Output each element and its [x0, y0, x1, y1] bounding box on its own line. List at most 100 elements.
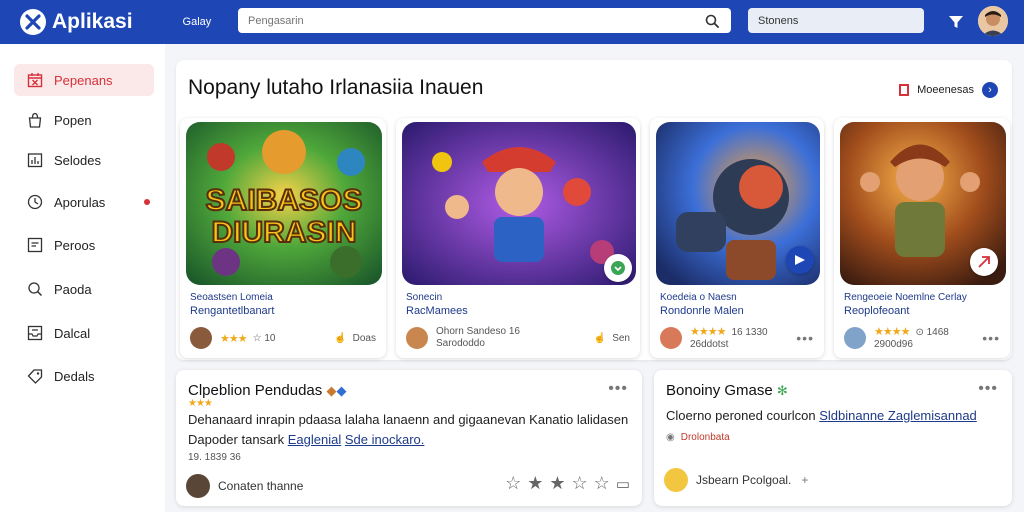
post-body-line: Dehanaard inrapin pdaasa lalaha lanaenn …	[188, 412, 629, 427]
star-icon[interactable]: ☆	[594, 473, 610, 494]
sidebar-item-label: Aporulas	[54, 194, 106, 210]
game-card[interactable]: Koedeia o Naesn Rondonrle Malen ★★★★ 16 1…	[650, 118, 824, 358]
card-meta: ★★★ ☆ 10 ☝ Doas	[190, 326, 376, 350]
star-icon[interactable]: ★	[549, 473, 565, 494]
thumb-text-2: DIURASIN	[211, 216, 356, 249]
search-input[interactable]	[248, 14, 703, 27]
more-options-icon[interactable]: •••	[796, 330, 814, 346]
card-meta-text: Ohorn Sandeso 16	[436, 326, 520, 337]
card-meta-text: ☆ 10	[252, 332, 276, 344]
bag-icon	[26, 111, 44, 129]
avatar	[844, 327, 866, 349]
author-name: Jsbearn Pcolgoal.	[696, 473, 792, 487]
game-card[interactable]: Sonecin RacMamees Ohorn Sandeso 16 Sarod…	[396, 118, 640, 358]
card-meta: ★★★★ 16 1330 26ddotst •••	[660, 326, 814, 350]
notification-dot	[144, 199, 150, 205]
post-body: Cloerno peroned courlcon Sldbinanne Zagl…	[666, 406, 1006, 426]
info-icon: ◉	[666, 432, 675, 443]
post-card: Clpeblion Pendudas ◆◆ ★★★ ••• Dehanaard …	[176, 370, 642, 506]
sidebar-item-dalcal[interactable]: Dalcal	[14, 317, 154, 349]
page-title: Nopany lutaho Irlanasiia Inauen	[188, 76, 484, 99]
game-icon: ◆	[326, 383, 337, 398]
sidebar-item-popen[interactable]: Popen	[14, 104, 154, 136]
add-icon[interactable]: +	[801, 473, 808, 487]
inbox-icon	[26, 324, 44, 342]
card-title: Sonecin	[406, 292, 443, 303]
thumb-text-1: SAIBASOS	[206, 184, 363, 217]
post-author[interactable]: Jsbearn Pcolgoal. +	[664, 468, 808, 492]
rating-stars: ★★★	[220, 332, 248, 345]
dice-icon: ◆	[336, 383, 347, 398]
share-badge-icon[interactable]	[970, 248, 998, 276]
avatar	[186, 474, 210, 498]
rating-input[interactable]: ☆ ★ ★ ☆ ☆ ▭	[499, 473, 630, 494]
sidebar-item-dedals[interactable]: Dedals	[14, 360, 154, 392]
sidebar-item-paoda[interactable]: Paoda	[14, 273, 154, 305]
sidebar-item-label: Pepenans	[54, 72, 113, 88]
card-action[interactable]: ☝ Sen	[594, 333, 630, 344]
game-thumbnail[interactable]	[402, 122, 636, 285]
calendar-x-icon	[26, 71, 44, 89]
avatar	[190, 327, 212, 349]
post-tag-label: Drolonbata	[680, 432, 730, 443]
user-avatar[interactable]	[978, 6, 1008, 36]
post-link[interactable]: Sde inockaro.	[345, 432, 425, 447]
avatar	[660, 327, 682, 349]
author-name: Conaten thanne	[218, 479, 304, 493]
post-link[interactable]: Sldbinanne Zaglemisannad	[819, 408, 977, 423]
sidebar-item-aporulas[interactable]: Aporulas	[14, 186, 154, 218]
flag-icon[interactable]: ▭	[616, 475, 630, 493]
card-meta: Ohorn Sandeso 16 Sarododdo ☝ Sen	[406, 326, 630, 350]
verified-badge-icon	[604, 254, 632, 282]
more-options-icon[interactable]: •••	[982, 330, 1000, 346]
sidebar-item-selodes[interactable]: Selodes	[14, 144, 154, 176]
clock-icon	[26, 193, 44, 211]
post-date: 19. 1839 36	[188, 452, 241, 463]
play-badge-icon[interactable]	[786, 246, 814, 274]
search-icon	[26, 280, 44, 298]
rating-stars: ★★★★	[690, 325, 726, 338]
star-icon[interactable]: ☆	[505, 473, 521, 494]
post-tag[interactable]: ◉ Drolonbata	[666, 432, 730, 443]
post-card: Bonoiny Gmase ✻ ••• Cloerno peroned cour…	[654, 370, 1012, 506]
nav-link[interactable]: Galay	[183, 16, 212, 28]
sidebar-item-label: Popen	[54, 112, 92, 128]
sidebar-item-label: Paoda	[54, 281, 92, 297]
more-options-icon[interactable]: •••	[978, 380, 998, 398]
sidebar-item-peroos[interactable]: Peroos	[14, 229, 154, 261]
sidebar-item-pepenans[interactable]: Pepenans	[14, 64, 154, 96]
game-card[interactable]: SAIBASOS DIURASIN Seoastsen Lomeia Renga…	[180, 118, 386, 358]
secondary-search-field[interactable]: Stonens	[748, 8, 924, 33]
sidebar-item-label: Selodes	[54, 152, 101, 168]
hand-icon: ☝	[334, 332, 347, 344]
hand-icon: ☝	[593, 332, 607, 344]
post-title: Bonoiny Gmase ✻	[666, 382, 788, 399]
app-logo[interactable]: Aplikasi	[20, 9, 133, 35]
card-meta-sub: 26ddotst	[690, 338, 729, 350]
post-title-text: Bonoiny Gmase	[666, 382, 773, 399]
more-options-icon[interactable]: •••	[608, 380, 628, 398]
card-title: Rengeoeie Noemlne Cerlay	[844, 292, 967, 303]
post-body: Dehanaard inrapin pdaasa lalaha lanaenn …	[188, 410, 632, 450]
more-button[interactable]: Moeenesas ›	[899, 78, 998, 102]
sun-icon	[664, 468, 688, 492]
star-icon[interactable]: ★	[527, 473, 543, 494]
star-icon[interactable]: ☆	[572, 473, 588, 494]
arrow-right-icon: ›	[982, 82, 998, 98]
post-author[interactable]: Conaten thanne	[186, 474, 303, 498]
gear-icon: ✻	[776, 383, 788, 398]
card-action-label: Sen	[612, 332, 630, 344]
sidebar: Pepenans Popen Selodes Aporulas Peroos P…	[0, 44, 165, 512]
card-meta-text: ⊙ 1468	[915, 326, 949, 338]
game-card[interactable]: Rengeoeie Noemlne Cerlay Reoplofeoant ★★…	[834, 118, 1010, 358]
search-icon[interactable]	[703, 12, 721, 30]
filter-icon[interactable]	[944, 10, 968, 34]
card-meta-text: 16 1330	[731, 326, 768, 338]
card-meta-sub: 2900d96	[874, 338, 913, 350]
sidebar-item-label: Dalcal	[54, 325, 91, 341]
post-link[interactable]: Eaglenial	[288, 432, 342, 447]
post-body-line: Cloerno peroned courlcon	[666, 408, 816, 423]
game-thumbnail[interactable]: SAIBASOS DIURASIN	[186, 122, 382, 285]
sidebar-item-label: Peroos	[54, 237, 96, 253]
card-action[interactable]: ☝ Doas	[334, 333, 376, 344]
